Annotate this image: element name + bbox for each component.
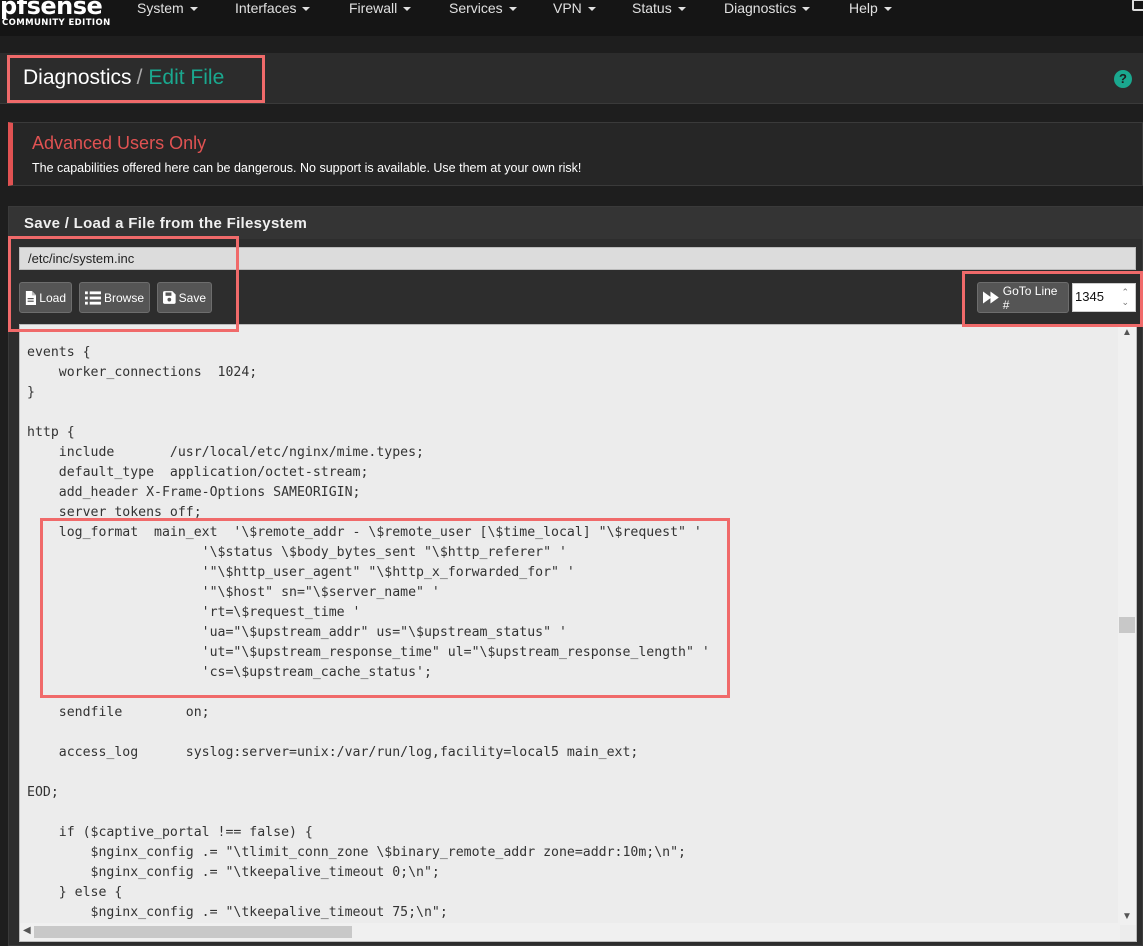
code-line: 'ua="\$upstream_addr" us="\$upstream_sta… <box>27 625 567 640</box>
vertical-scroll-thumb[interactable] <box>1119 617 1135 633</box>
save-button[interactable]: Save <box>157 282 212 313</box>
code-line: } <box>27 385 35 400</box>
nav-menu-interfaces[interactable]: Interfaces <box>235 0 311 16</box>
nav-menu-label: Status <box>632 0 672 16</box>
chevron-down-icon <box>189 7 198 12</box>
nav-menu-services[interactable]: Services <box>449 0 517 16</box>
pfsense-logo[interactable]: pfsense COMMUNITY EDITION <box>0 0 110 28</box>
nav-menu-label: VPN <box>553 0 582 16</box>
breadcrumb-page[interactable]: Edit File <box>148 66 224 89</box>
code-line: default_type application/octet-stream; <box>27 465 369 480</box>
nav-menu-label: Services <box>449 0 503 16</box>
code-line: events { <box>27 345 91 360</box>
goto-line-button-label: GoTo Line # <box>1002 283 1058 312</box>
file-path-input[interactable] <box>19 247 1136 270</box>
nav-menu-help[interactable]: Help <box>849 0 892 16</box>
file-content-editor[interactable]: events { worker_connections 1024;} http {… <box>19 324 1137 942</box>
code-line: log_format main_ext '\$remote_addr - \$r… <box>27 525 702 540</box>
chevron-down-icon <box>508 7 517 12</box>
nav-menu-vpn[interactable]: VPN <box>553 0 596 16</box>
code-line: EOD; <box>27 785 59 800</box>
code-line: '"\$host" sn="\$server_name" ' <box>27 585 440 600</box>
help-icon[interactable]: ? <box>1114 70 1132 88</box>
load-button-label: Load <box>39 290 66 305</box>
code-line: server_tokens off; <box>27 505 202 520</box>
scroll-up-icon[interactable]: ▲ <box>1122 327 1132 338</box>
breadcrumb: Diagnostics / Edit File <box>23 66 224 90</box>
code-line: 'ut="\$upstream_response_time" ul="\$ups… <box>27 645 710 660</box>
chevron-down-icon <box>883 7 892 12</box>
scroll-left-icon[interactable]: ◀ <box>23 925 31 936</box>
save-button-label: Save <box>178 290 206 305</box>
floppy-disk-icon <box>163 291 176 304</box>
code-line: access_log syslog:server=unix:/var/run/l… <box>27 745 639 760</box>
number-spinner-icon[interactable]: ⌃ ⌄ <box>1121 287 1129 307</box>
chevron-down-icon <box>587 7 596 12</box>
chevron-down-icon <box>403 7 412 12</box>
breadcrumb-section[interactable]: Diagnostics <box>23 66 132 89</box>
nav-menu-system[interactable]: System <box>137 0 198 16</box>
browse-button[interactable]: Browse <box>79 282 150 313</box>
browse-button-label: Browse <box>103 290 144 305</box>
line-number-input[interactable]: 1345 ⌃ ⌄ <box>1072 283 1136 312</box>
logout-icon[interactable] <box>1132 0 1143 11</box>
code-line: } else { <box>27 885 123 900</box>
chevron-down-icon <box>677 7 686 12</box>
list-icon <box>85 290 101 305</box>
code-line: '"\$http_user_agent" "\$http_x_forwarded… <box>27 565 575 580</box>
horizontal-scroll-thumb[interactable] <box>34 926 352 938</box>
code-line: sendfile on; <box>27 705 210 720</box>
file-icon <box>25 290 37 305</box>
nav-menu-label: Help <box>849 0 878 16</box>
panel-heading: Save / Load a File from the Filesystem <box>9 207 1142 239</box>
nav-menu-status[interactable]: Status <box>632 0 686 16</box>
code-line: if ($captive_portal !== false) { <box>27 825 313 840</box>
code-line: worker_connections 1024; <box>27 365 258 380</box>
goto-line-button[interactable]: GoTo Line # <box>977 282 1069 313</box>
horizontal-scrollbar[interactable]: ◀ <box>20 923 1120 941</box>
chevron-down-icon <box>302 7 311 12</box>
alert-title: Advanced Users Only <box>32 133 207 153</box>
top-navbar: pfsense COMMUNITY EDITION System Interfa… <box>0 0 1143 36</box>
load-button[interactable]: Load <box>19 282 72 313</box>
nav-menu-label: System <box>137 0 184 16</box>
nav-menu-label: Interfaces <box>235 0 297 16</box>
warning-alert: Advanced Users Only The capabilities off… <box>8 122 1143 186</box>
fast-forward-icon <box>983 291 999 304</box>
logo-wordmark: pfsense <box>0 0 103 20</box>
code-line: http { <box>27 425 75 440</box>
scroll-down-icon[interactable]: ▼ <box>1122 911 1132 922</box>
code-line: $nginx_config .= "\tkeepalive_timeout 0;… <box>27 865 440 880</box>
panel-title: Save / Load a File from the Filesystem <box>24 215 308 232</box>
code-line: $nginx_config .= "\tlimit_conn_zone \$bi… <box>27 845 686 860</box>
line-number-value: 1345 <box>1075 289 1104 304</box>
nav-menu-label: Firewall <box>349 0 398 16</box>
code-line: '\$status \$body_bytes_sent "\$http_refe… <box>27 545 567 560</box>
code-line: 'rt=\$request_time ' <box>27 605 361 620</box>
code-line: add_header X-Frame-Options SAMEORIGIN; <box>27 485 361 500</box>
nav-menu-diagnostics[interactable]: Diagnostics <box>724 0 811 16</box>
code-text[interactable]: events { worker_connections 1024;} http {… <box>27 343 710 923</box>
chevron-down-icon <box>802 7 811 12</box>
logo-subtitle: COMMUNITY EDITION <box>2 18 111 28</box>
code-line: $nginx_config .= "\tkeepalive_timeout 75… <box>27 905 448 920</box>
alert-text: The capabilities offered here can be dan… <box>32 161 582 175</box>
breadcrumb-separator: / <box>136 66 143 89</box>
code-line: include /usr/local/etc/nginx/mime.types; <box>27 445 424 460</box>
code-line: 'cs=\$upstream_cache_status'; <box>27 665 432 680</box>
nav-menu-label: Diagnostics <box>724 0 797 16</box>
vertical-scrollbar[interactable]: ▲ ▼ <box>1118 325 1136 925</box>
nav-menu-firewall[interactable]: Firewall <box>349 0 412 16</box>
